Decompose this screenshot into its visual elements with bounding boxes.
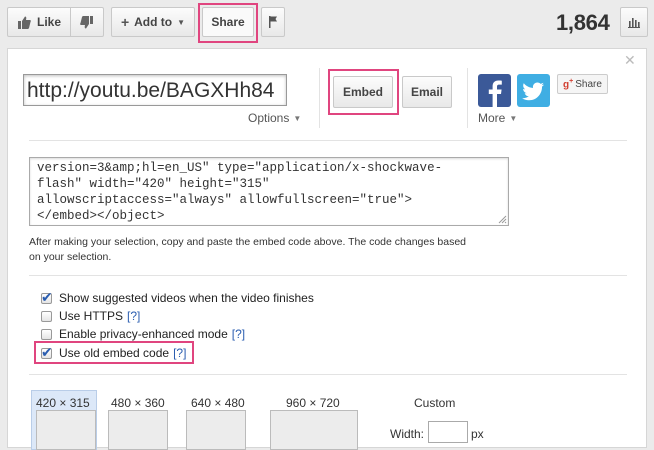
chevron-down-icon: ▼: [293, 113, 302, 123]
email-label: Email: [410, 85, 443, 99]
checkbox-checked[interactable]: [41, 289, 53, 306]
more-label: More: [478, 111, 506, 125]
google-plus-share-button[interactable]: g+ Share: [557, 74, 608, 94]
code-line: flash" width="420" height="315": [37, 177, 270, 191]
divider: [467, 68, 468, 128]
twitter-bird-icon: [522, 82, 544, 101]
resize-grip-icon[interactable]: [498, 215, 507, 224]
option-privacy-enhanced[interactable]: Enable privacy-enhanced mode [?]: [41, 327, 245, 341]
gplus-share-label: Share: [575, 78, 602, 90]
checkbox-unchecked[interactable]: [41, 328, 52, 340]
chevron-down-icon: ▼: [177, 17, 186, 27]
checkbox-unchecked[interactable]: [41, 310, 52, 322]
close-icon[interactable]: ✕: [624, 52, 636, 69]
custom-width-input[interactable]: [428, 421, 468, 443]
twitter-share-button[interactable]: [517, 74, 550, 107]
bar-chart-icon: [628, 17, 640, 28]
like-label: Like: [37, 15, 62, 29]
checkbox-label: Show suggested videos when the video fin…: [59, 291, 314, 305]
stats-button[interactable]: [620, 7, 648, 37]
px-label: px: [471, 427, 484, 441]
code-line: version=3&amp;hl=en_US" type="applicatio…: [37, 161, 443, 175]
add-to-button[interactable]: + Add to ▼: [111, 7, 195, 37]
code-line: allowscriptaccess="always" allowfullscre…: [37, 193, 413, 207]
facebook-icon: [488, 80, 502, 107]
divider: [29, 275, 627, 276]
help-link[interactable]: [?]: [127, 309, 140, 323]
flag-icon: [268, 16, 277, 28]
chevron-down-icon: ▼: [509, 113, 518, 123]
action-bar: Like + Add to ▼ Share 1,864: [0, 0, 654, 46]
option-suggested-videos[interactable]: Show suggested videos when the video fin…: [41, 289, 314, 306]
embed-highlight: [328, 69, 399, 115]
options-dropdown[interactable]: Options ▼: [248, 111, 301, 125]
size-preview[interactable]: [108, 410, 168, 450]
options-label: Options: [248, 111, 290, 125]
embed-hint: After making your selection, copy and pa…: [29, 235, 589, 265]
dislike-button[interactable]: [70, 7, 104, 37]
size-label[interactable]: 640 × 480: [191, 396, 245, 410]
width-label: Width:: [390, 427, 425, 441]
facebook-share-button[interactable]: [478, 74, 511, 107]
thumbs-down-icon: [80, 15, 93, 28]
share-url-field[interactable]: http://youtu.be/BAGXHh84: [23, 74, 287, 106]
like-button[interactable]: Like: [7, 7, 71, 37]
size-preview[interactable]: [270, 410, 358, 450]
help-link[interactable]: [?]: [232, 327, 245, 341]
size-preview[interactable]: [36, 410, 96, 450]
embed-code-textarea[interactable]: version=3&amp;hl=en_US" type="applicatio…: [29, 157, 509, 226]
more-dropdown[interactable]: More ▼: [478, 111, 517, 125]
divider: [29, 374, 627, 375]
google-plus-icon: g+: [563, 77, 574, 91]
flag-button[interactable]: [261, 7, 285, 37]
old-embed-highlight: [34, 341, 194, 364]
code-line: </embed></object>: [37, 209, 165, 223]
size-preview[interactable]: [186, 410, 246, 450]
custom-size-label: Custom: [414, 396, 456, 410]
plus-icon: +: [120, 14, 130, 30]
size-label[interactable]: 960 × 720: [286, 396, 340, 410]
option-use-https[interactable]: Use HTTPS [?]: [41, 309, 140, 323]
checkbox-label: Enable privacy-enhanced mode: [59, 327, 228, 341]
divider: [29, 140, 627, 141]
hint-line: After making your selection, copy and pa…: [29, 236, 467, 248]
checkbox-label: Use HTTPS: [59, 309, 124, 323]
size-label: 420 × 315: [36, 396, 90, 410]
email-button[interactable]: Email: [402, 76, 452, 108]
size-label[interactable]: 480 × 360: [111, 396, 165, 410]
share-highlight: [198, 3, 258, 43]
divider: [319, 68, 320, 128]
add-to-label: Add to: [134, 15, 173, 29]
thumbs-up-icon: [18, 16, 31, 29]
view-count: 1,864: [556, 10, 610, 35]
hint-line: on your selection.: [29, 251, 112, 263]
